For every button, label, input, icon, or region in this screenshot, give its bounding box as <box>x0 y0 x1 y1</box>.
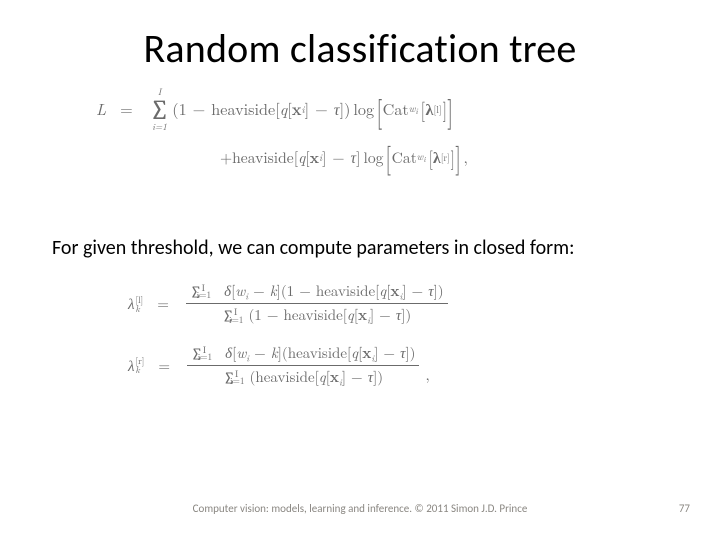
equation-2: λ [l] k = ∑Ii=1 δ[wi − k](1 − heaviside[… <box>128 280 588 328</box>
sym-equals: = <box>144 355 184 376</box>
func-heaviside: heaviside <box>232 145 294 168</box>
sup-r: [r] <box>441 150 450 164</box>
sym-equals: = <box>106 97 147 120</box>
sym-q: q <box>280 97 287 120</box>
supsub-lk: [l] k <box>136 295 144 314</box>
big-close-bracket: ] <box>456 145 462 168</box>
sym-x: x <box>292 97 302 120</box>
func-cat: Cat <box>392 145 417 168</box>
sym-lambda: λ <box>426 97 434 120</box>
slide-title: Random classification tree <box>0 24 720 73</box>
sym-equals: = <box>143 293 183 314</box>
sym-q: q <box>298 145 305 168</box>
equation-3: λ [r] k = ∑Ii=1 δ[wi − k](heaviside[q[xi… <box>128 342 588 390</box>
sup-l: [l] <box>433 102 441 116</box>
equation-block-2: λ [l] k = ∑Ii=1 δ[wi − k](1 − heaviside[… <box>128 280 588 389</box>
sym-plus: + <box>220 145 232 168</box>
sum-lower: i=1 <box>197 288 211 301</box>
big-open-bracket: [ <box>376 97 382 121</box>
numerator-r: ∑Ii=1 δ[wi − k](heaviside[q[xi] − τ]) <box>187 342 419 366</box>
sum-operator: I ∑ i=1 <box>150 86 170 131</box>
denominator-l: ∑Ii=1 (1 − heaviside[q[xi] − τ]) <box>218 304 415 327</box>
sum-lower: i=1 <box>198 350 212 363</box>
numerator-l: ∑Ii=1 δ[wi − k](1 − heaviside[q[xi] − τ]… <box>186 280 448 304</box>
sym-minus: − <box>187 97 212 120</box>
sym-lambda: λ <box>128 293 135 314</box>
supsub-rk: [r] k <box>136 356 145 375</box>
equation-1-line-1: L = I ∑ i=1 ( 1 − heaviside [ q [ xi ] −… <box>96 86 576 131</box>
func-cat: Cat <box>383 97 409 120</box>
footer-credit: Computer vision: models, learning and in… <box>0 502 720 515</box>
sym-L: L <box>96 97 106 120</box>
func-log: log <box>363 145 383 168</box>
slide: Random classification tree L = I ∑ i=1 (… <box>0 0 720 540</box>
close-paren: ) <box>344 97 350 120</box>
sym-minus-2: − <box>309 97 334 120</box>
med-open-bracket: [ <box>428 149 432 166</box>
sub-wi: wi <box>417 149 426 165</box>
sum-lower: i=1 <box>229 313 243 326</box>
sub-wi: wi <box>409 101 418 117</box>
sym-comma: , <box>425 364 429 385</box>
sym-delta: δ <box>224 280 231 301</box>
sigma-icon: ∑ <box>150 96 170 121</box>
sym-x: x <box>310 145 319 168</box>
big-close-bracket: ] <box>448 97 454 121</box>
equation-block-1: L = I ∑ i=1 ( 1 − heaviside [ q [ xi ] −… <box>96 86 576 169</box>
body-text: For given threshold, we can compute para… <box>52 236 690 260</box>
med-close-bracket: ] <box>442 100 446 117</box>
med-close-bracket: ] <box>450 149 454 166</box>
equation-1-line-2: + heaviside [ q [ xi ] − τ ] log [ Catwi… <box>220 145 576 168</box>
page-number: 77 <box>679 502 690 515</box>
close-bracket: ] <box>356 145 360 168</box>
sym-comma: , <box>464 145 468 168</box>
big-open-bracket: [ <box>386 145 392 168</box>
sym-lambda: λ <box>128 355 135 376</box>
fraction-l: ∑Ii=1 δ[wi − k](1 − heaviside[q[xi] − τ]… <box>186 280 448 328</box>
sum-lower: i=1 <box>152 121 167 131</box>
med-open-bracket: [ <box>420 100 424 117</box>
func-heaviside: heaviside <box>211 97 275 120</box>
slide-footer: Computer vision: models, learning and in… <box>0 502 720 518</box>
fraction-r: ∑Ii=1 δ[wi − k](heaviside[q[xi] − τ]) ∑I… <box>187 342 419 390</box>
sym-lambda: λ <box>433 145 441 168</box>
func-log: log <box>353 97 374 120</box>
denominator-r: ∑Ii=1 (heaviside[q[xi] − τ]) <box>219 366 387 389</box>
sym-delta: δ <box>225 342 232 363</box>
sum-lower: i=1 <box>230 374 244 387</box>
sym-1: 1 <box>179 97 187 120</box>
sym-minus: − <box>326 145 350 168</box>
